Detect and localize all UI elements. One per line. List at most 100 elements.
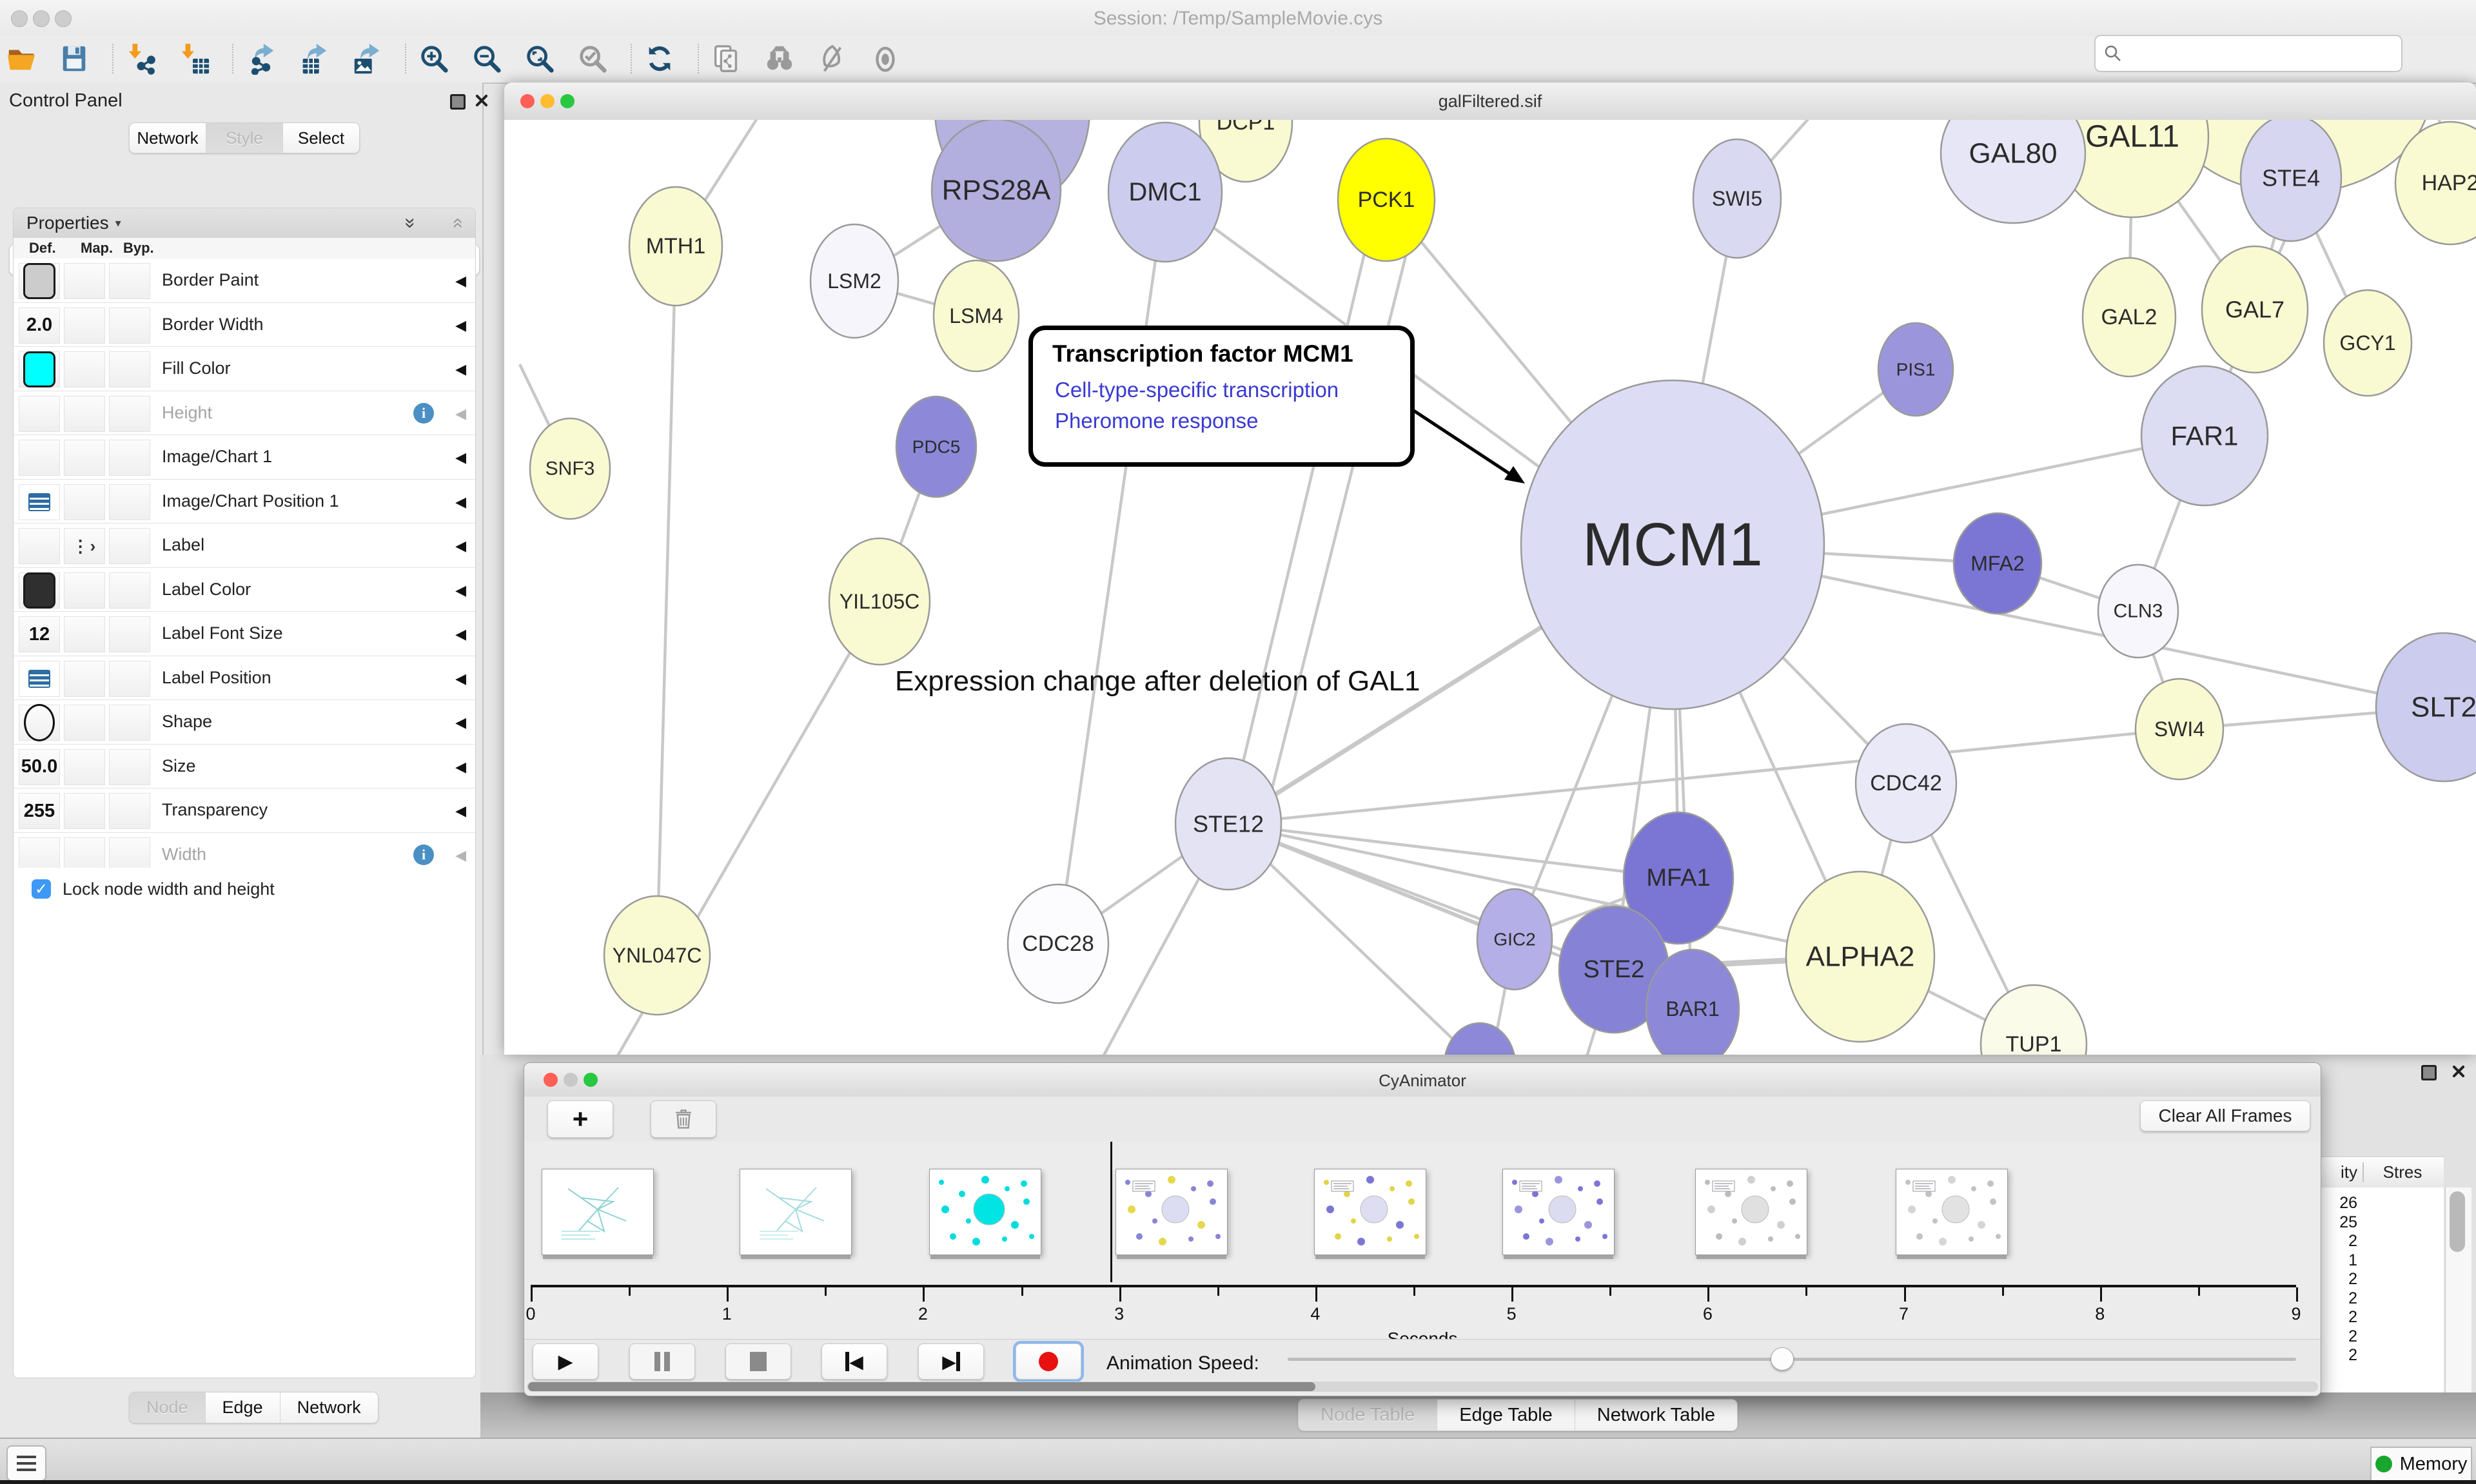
expand-row-arrow-icon[interactable]: ◀ <box>455 273 466 289</box>
skip-to-start-button[interactable]: ◀ <box>821 1343 887 1380</box>
network-node-rps28a[interactable]: RPS28A <box>932 120 1061 261</box>
import-network-icon[interactable] <box>124 41 159 76</box>
mapping-cell[interactable] <box>64 661 105 697</box>
property-row-height[interactable]: Heighti◀ <box>14 391 475 436</box>
tab-select[interactable]: Select <box>283 123 359 153</box>
playhead[interactable] <box>1110 1142 1112 1282</box>
bypass-cell[interactable] <box>109 263 150 299</box>
network-node-bar1[interactable]: BAR1 <box>1646 950 1739 1055</box>
network-node-cdc42[interactable]: CDC42 <box>1856 724 1956 843</box>
expand-row-arrow-icon[interactable]: ◀ <box>455 670 466 687</box>
network-node-pis1[interactable]: PIS1 <box>1878 323 1953 416</box>
default-value-cell[interactable] <box>19 440 60 476</box>
network-node-slt2[interactable]: SLT2 <box>2376 633 2476 781</box>
property-row-size[interactable]: 50.0Size◀ <box>14 745 475 789</box>
network-node-gic2[interactable]: GIC2 <box>1477 889 1552 990</box>
network-node-yil105c[interactable]: YIL105C <box>829 538 930 665</box>
expand-row-arrow-icon[interactable]: ◀ <box>455 405 466 422</box>
show-all-icon[interactable] <box>868 41 903 76</box>
export-image-icon[interactable] <box>349 41 384 76</box>
bypass-cell[interactable] <box>109 793 150 829</box>
memory-button[interactable]: Memory <box>2370 1447 2472 1481</box>
default-value-cell[interactable] <box>19 528 60 564</box>
network-node-gal7[interactable]: GAL7 <box>2202 246 2308 373</box>
network-node-mfa2[interactable]: MFA2 <box>1954 513 2041 614</box>
network-edge[interactable] <box>1263 213 1417 826</box>
network-node-far1[interactable]: FAR1 <box>2141 366 2268 505</box>
close-panel-icon[interactable] <box>473 93 490 110</box>
expand-row-arrow-icon[interactable]: ◀ <box>455 759 466 776</box>
table-cell-value[interactable]: 26 <box>2320 1194 2357 1213</box>
mapping-cell[interactable] <box>64 440 105 476</box>
properties-header[interactable]: Properties ▾ » » <box>14 208 475 239</box>
tab-node[interactable]: Node <box>130 1392 206 1423</box>
float-panel-icon[interactable] <box>449 93 466 110</box>
annotation-link-2[interactable]: Pheromone response <box>1055 409 1259 433</box>
mapping-cell[interactable] <box>64 484 105 520</box>
add-frame-button[interactable]: + <box>547 1100 613 1138</box>
pause-button[interactable] <box>629 1343 695 1380</box>
default-value-cell[interactable]: 255 <box>19 793 60 829</box>
table-cell-value[interactable]: 1 <box>2320 1251 2357 1270</box>
table-column-stress[interactable]: Stres <box>2363 1162 2441 1182</box>
network-edge[interactable] <box>1228 729 2179 824</box>
bypass-cell[interactable] <box>109 528 150 564</box>
animator-scrollbar-thumb[interactable] <box>528 1382 1315 1391</box>
expand-row-arrow-icon[interactable]: ◀ <box>455 803 466 819</box>
annotation-box[interactable]: Transcription factor MCM1 Cell-type-spec… <box>1028 326 1415 467</box>
mapping-cell[interactable] <box>64 308 105 344</box>
property-row-border-width[interactable]: 2.0Border Width◀ <box>14 303 475 347</box>
network-node-lsm4[interactable]: LSM4 <box>934 260 1019 371</box>
property-row-image-chart-position-1[interactable]: Image/Chart Position 1◀ <box>14 480 475 524</box>
mapping-cell[interactable] <box>64 749 105 785</box>
expand-row-arrow-icon[interactable]: ◀ <box>455 317 466 334</box>
property-row-border-paint[interactable]: Border Paint◀ <box>14 259 475 303</box>
frame-thumbnail-7[interactable] <box>1695 1169 1807 1255</box>
network-node-mth1[interactable]: MTH1 <box>629 187 722 306</box>
tab-node-table[interactable]: Node Table <box>1299 1400 1437 1430</box>
expand-row-arrow-icon[interactable]: ◀ <box>455 626 466 643</box>
lock-size-checkbox[interactable]: ✓ <box>32 879 51 899</box>
property-row-label-font-size[interactable]: 12Label Font Size◀ <box>14 612 475 656</box>
default-value-cell[interactable]: 2.0 <box>19 308 60 344</box>
tab-edge-table[interactable]: Edge Table <box>1437 1400 1575 1430</box>
zoom-out-icon[interactable] <box>469 41 504 76</box>
network-snapshot-icon[interactable] <box>709 41 744 76</box>
table-cell-value[interactable]: 2 <box>2320 1289 2357 1308</box>
collapse-all-icon[interactable]: » <box>446 218 468 229</box>
network-edge[interactable] <box>1058 192 1165 944</box>
annotation-link-1[interactable]: Cell-type-specific transcription <box>1055 378 1339 402</box>
default-value-cell[interactable] <box>19 705 60 741</box>
property-row-transparency[interactable]: 255Transparency◀ <box>14 788 475 833</box>
bypass-cell[interactable] <box>109 484 150 520</box>
mapping-cell[interactable] <box>64 616 105 652</box>
mapping-cell[interactable] <box>64 572 105 609</box>
stop-button[interactable] <box>725 1343 791 1380</box>
zoom-selected-icon[interactable] <box>575 41 610 76</box>
property-row-label[interactable]: ⋮›Label◀ <box>14 523 475 568</box>
default-value-cell[interactable] <box>19 661 60 697</box>
frame-thumbnail-6[interactable] <box>1502 1169 1615 1255</box>
network-node-ste4[interactable]: STE4 <box>2241 120 2341 241</box>
float-table-icon[interactable] <box>2420 1064 2437 1080</box>
info-icon[interactable]: i <box>413 403 434 424</box>
table-cell-value[interactable]: 2 <box>2320 1327 2357 1346</box>
default-value-cell[interactable]: 50.0 <box>19 749 60 785</box>
play-button[interactable]: ▶ <box>533 1343 598 1380</box>
mapping-cell[interactable] <box>64 263 105 299</box>
network-node-dmc1[interactable]: DMC1 <box>1108 122 1222 262</box>
bypass-cell[interactable] <box>109 749 150 785</box>
default-value-cell[interactable] <box>19 396 60 432</box>
network-node-mcm1[interactable]: MCM1 <box>1521 380 1824 709</box>
expand-row-arrow-icon[interactable]: ◀ <box>455 494 466 511</box>
network-node-tup1[interactable]: TUP1 <box>1981 985 2087 1055</box>
frame-thumbnail-2[interactable] <box>740 1169 852 1255</box>
network-node-swi4[interactable]: SWI4 <box>2136 679 2223 779</box>
bypass-cell[interactable] <box>109 616 150 652</box>
clear-all-frames-button[interactable]: Clear All Frames <box>2140 1100 2310 1131</box>
network-node-gcy1[interactable]: GCY1 <box>2324 290 2412 396</box>
mapping-cell[interactable] <box>64 396 105 432</box>
export-table-icon[interactable] <box>297 41 331 76</box>
network-edge[interactable] <box>657 246 676 955</box>
frame-thumbnail-1[interactable] <box>542 1169 654 1255</box>
